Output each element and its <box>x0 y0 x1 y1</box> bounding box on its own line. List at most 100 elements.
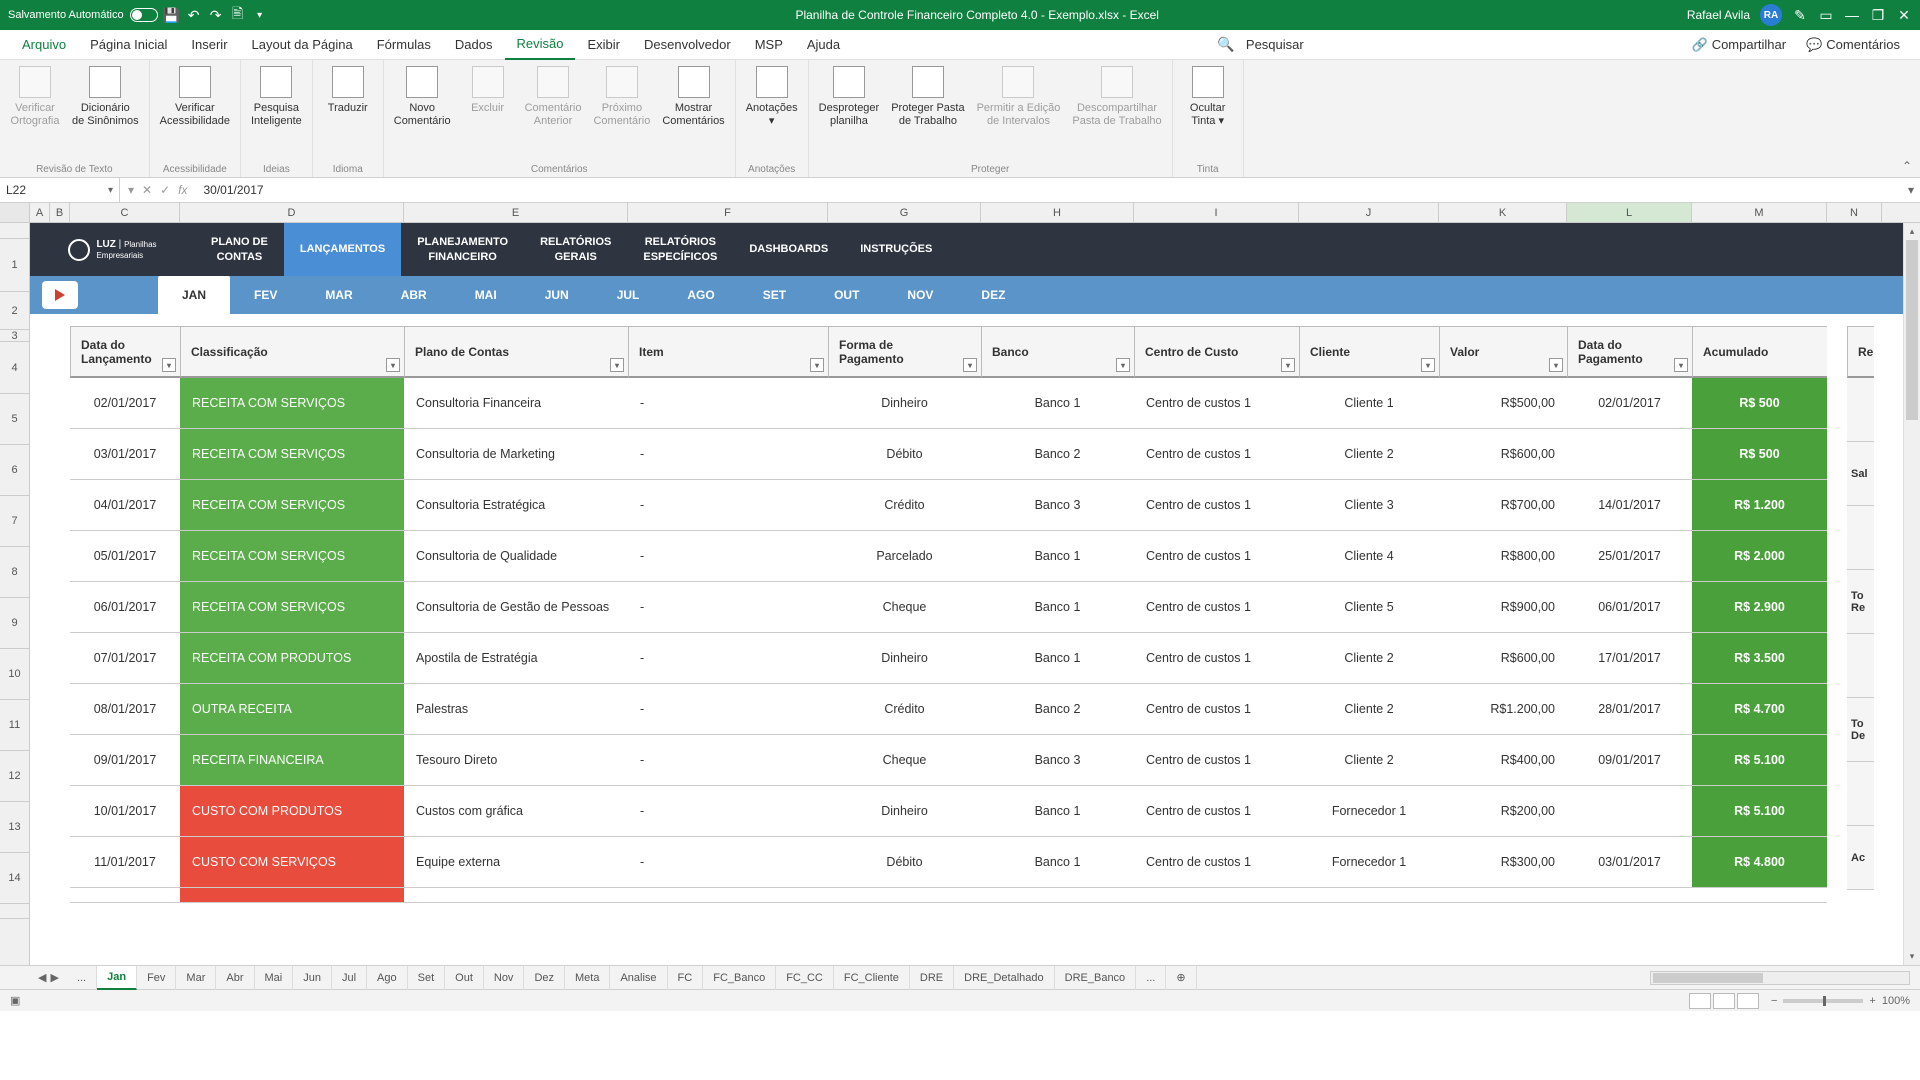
table-cell[interactable]: Banco 2 <box>981 684 1134 735</box>
sheet-tab[interactable]: Set <box>408 966 446 990</box>
menu-revisão[interactable]: Revisão <box>505 30 576 60</box>
row-header[interactable]: 2 <box>0 292 29 330</box>
table-cell[interactable]: 14/01/2017 <box>1567 480 1692 531</box>
select-all-corner[interactable] <box>0 203 30 222</box>
table-cell[interactable]: - <box>628 429 828 480</box>
col-header-K[interactable]: K <box>1439 203 1567 222</box>
table-cell[interactable]: - <box>628 684 828 735</box>
table-cell[interactable]: R$ 500 <box>1692 429 1827 480</box>
table-cell[interactable]: RECEITA COM SERVIÇOS <box>180 480 404 531</box>
add-sheet-icon[interactable]: ⊕ <box>1166 966 1196 990</box>
table-cell[interactable]: R$ 2.000 <box>1692 531 1827 582</box>
share-button[interactable]: 🔗 Compartilhar <box>1682 37 1797 53</box>
sheet-tab[interactable]: FC_Banco <box>703 966 776 990</box>
table-cell[interactable]: Cliente 4 <box>1299 531 1439 582</box>
row-header[interactable]: 10 <box>0 649 29 700</box>
col-header-G[interactable]: G <box>828 203 981 222</box>
ribbon-button[interactable]: Anotações▾ <box>746 66 798 128</box>
table-cell[interactable]: Cliente 2 <box>1299 633 1439 684</box>
table-cell[interactable]: Cheque <box>828 735 981 786</box>
filter-icon[interactable]: ▾ <box>963 358 977 372</box>
menu-arquivo[interactable]: Arquivo <box>10 30 78 60</box>
redo-icon[interactable]: ↷ <box>208 7 224 23</box>
month-tab-abr[interactable]: ABR <box>377 276 451 314</box>
menu-inserir[interactable]: Inserir <box>179 30 239 60</box>
nav-tab[interactable]: LANÇAMENTOS <box>284 223 401 276</box>
table-cell[interactable]: 08/01/2017 <box>70 684 180 735</box>
col-header-D[interactable]: D <box>180 203 404 222</box>
month-tab-mar[interactable]: MAR <box>301 276 376 314</box>
table-cell[interactable]: Consultoria de Qualidade <box>404 531 628 582</box>
col-header-F[interactable]: F <box>628 203 828 222</box>
table-cell[interactable]: R$500,00 <box>1439 378 1567 429</box>
undo-icon[interactable]: ↶ <box>186 7 202 23</box>
avatar[interactable]: RA <box>1760 4 1782 26</box>
table-cell[interactable]: Centro de custos 1 <box>1134 480 1299 531</box>
row-header[interactable]: 1 <box>0 239 29 292</box>
normal-view-icon[interactable] <box>1689 993 1711 1009</box>
table-cell[interactable]: RECEITA COM SERVIÇOS <box>180 378 404 429</box>
table-cell[interactable]: 10/01/2017 <box>70 786 180 837</box>
table-cell[interactable]: - <box>628 531 828 582</box>
table-cell[interactable]: Banco 1 <box>981 378 1134 429</box>
table-cell[interactable]: Dinheiro <box>828 786 981 837</box>
sheet-tab[interactable]: Abr <box>216 966 254 990</box>
table-cell[interactable]: Centro de custos 1 <box>1134 837 1299 888</box>
collapse-ribbon-icon[interactable]: ⌃ <box>1902 159 1912 173</box>
table-header[interactable]: Cliente▾ <box>1299 326 1439 378</box>
nav-tab[interactable]: DASHBOARDS <box>733 223 844 276</box>
month-tab-jul[interactable]: JUL <box>593 276 664 314</box>
formula-input[interactable]: 30/01/2017 <box>196 183 1902 197</box>
table-cell[interactable]: R$ 500 <box>1692 378 1827 429</box>
row-header[interactable]: 13 <box>0 802 29 853</box>
table-cell[interactable]: Centro de custos 1 <box>1134 786 1299 837</box>
table-cell[interactable]: Dinheiro <box>828 378 981 429</box>
search-menu[interactable]: Pesquisar <box>1234 30 1316 60</box>
filter-icon[interactable]: ▾ <box>386 358 400 372</box>
table-cell[interactable]: - <box>628 480 828 531</box>
tab-nav-next-icon[interactable]: ▶ <box>50 971 58 984</box>
table-cell[interactable]: - <box>628 735 828 786</box>
search-icon[interactable]: 🔍 <box>1218 37 1234 53</box>
sheet-tab[interactable]: Nov <box>484 966 525 990</box>
sheet-tab[interactable]: DRE <box>910 966 954 990</box>
row-header[interactable]: 3 <box>0 330 29 342</box>
table-cell[interactable]: R$ 2.900 <box>1692 582 1827 633</box>
table-header[interactable]: Classificação▾ <box>180 326 404 378</box>
table-cell[interactable]: Banco 1 <box>981 633 1134 684</box>
filter-icon[interactable]: ▾ <box>1281 358 1295 372</box>
filter-icon[interactable]: ▾ <box>1421 358 1435 372</box>
sheet-tab[interactable]: Analise <box>610 966 667 990</box>
ribbon-button[interactable]: Proteger Pastade Trabalho <box>891 66 964 128</box>
table-cell[interactable]: Cliente 2 <box>1299 429 1439 480</box>
table-cell[interactable]: Centro de custos 1 <box>1134 582 1299 633</box>
table-cell[interactable]: RECEITA FINANCEIRA <box>180 735 404 786</box>
col-header-H[interactable]: H <box>981 203 1134 222</box>
table-cell[interactable]: R$ 5.100 <box>1692 786 1827 837</box>
row-header[interactable]: 12 <box>0 751 29 802</box>
table-cell[interactable]: Palestras <box>404 684 628 735</box>
table-cell[interactable]: Cliente 2 <box>1299 684 1439 735</box>
zoom-slider[interactable] <box>1783 999 1863 1003</box>
table-cell[interactable]: Equipe externa <box>404 837 628 888</box>
table-header[interactable]: Valor▾ <box>1439 326 1567 378</box>
table-cell[interactable]: Centro de custos 1 <box>1134 684 1299 735</box>
zoom-level[interactable]: 100% <box>1882 995 1910 1007</box>
table-cell[interactable]: 07/01/2017 <box>70 633 180 684</box>
table-cell[interactable]: 09/01/2017 <box>70 735 180 786</box>
table-header[interactable]: Item▾ <box>628 326 828 378</box>
sheet-tab[interactable]: Mar <box>176 966 216 990</box>
ribbon-button[interactable]: Dicionáriode Sinônimos <box>72 66 139 128</box>
menu-desenvolvedor[interactable]: Desenvolvedor <box>632 30 743 60</box>
col-header-A[interactable]: A <box>30 203 50 222</box>
comments-button[interactable]: 💬 Comentários <box>1796 37 1910 53</box>
ribbon-mode-icon[interactable]: ▭ <box>1818 7 1834 23</box>
ribbon-button[interactable]: OcultarTinta ▾ <box>1183 66 1233 128</box>
sheet-tab[interactable]: FC_CC <box>776 966 834 990</box>
filter-icon[interactable]: ▾ <box>162 358 176 372</box>
col-header-L[interactable]: L <box>1567 203 1692 222</box>
menu-exibir[interactable]: Exibir <box>575 30 632 60</box>
menu-layout-da-página[interactable]: Layout da Página <box>240 30 365 60</box>
grid[interactable]: LUZ | PlanilhasEmpresariaisPLANO DECONTA… <box>30 223 1920 965</box>
ribbon-button[interactable]: NovoComentário <box>394 66 451 128</box>
